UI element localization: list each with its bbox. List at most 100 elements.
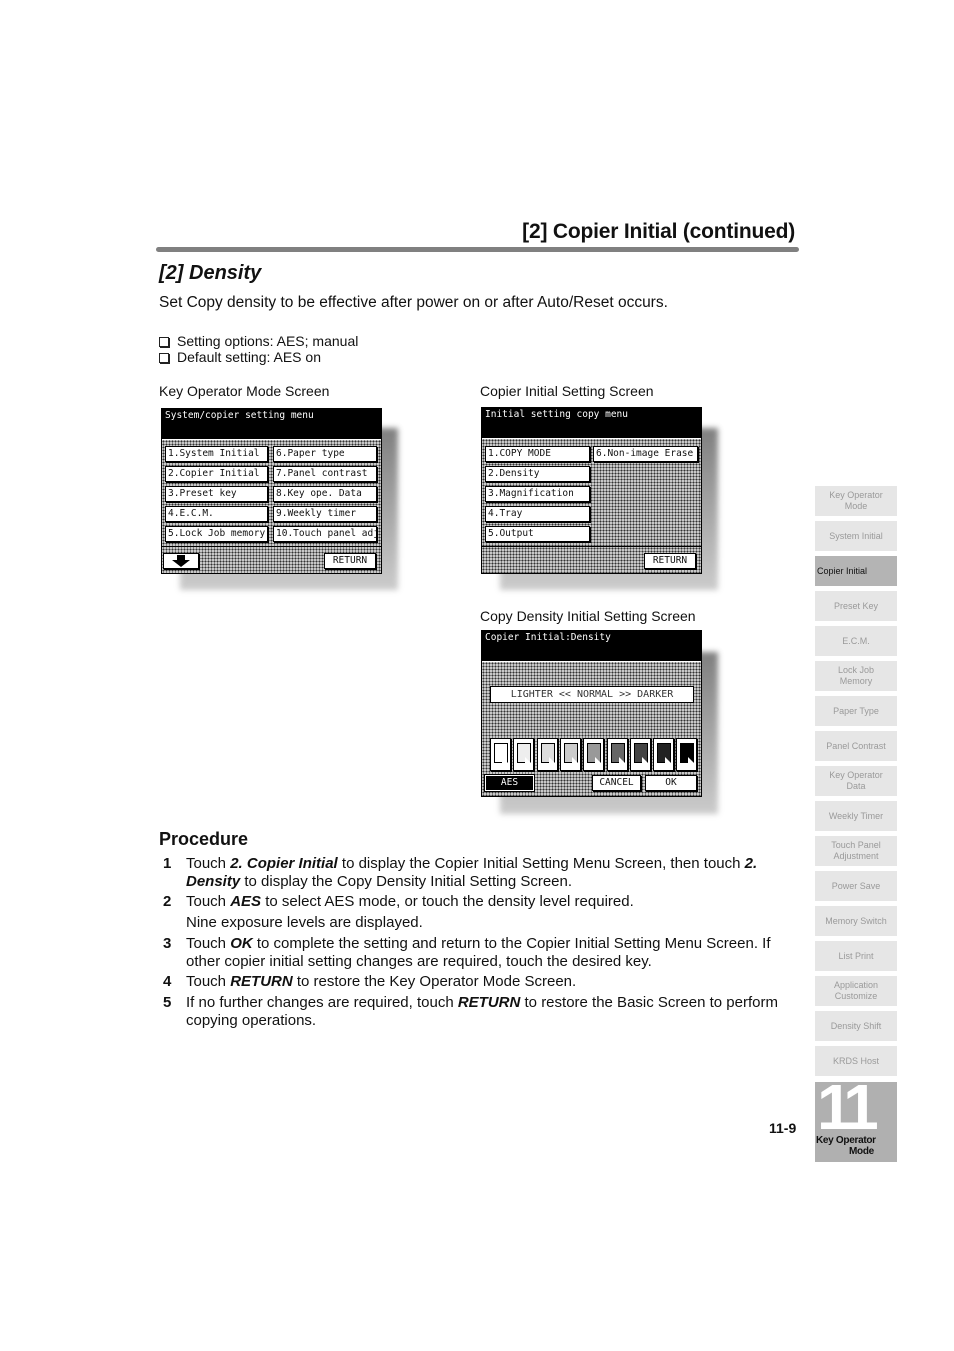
side-tab-touch-panel-adjustment[interactable]: Touch Panel Adjustment — [815, 836, 897, 866]
chapter-tab: 11 Key Operator Mode — [815, 1071, 897, 1162]
side-tab-list-print[interactable]: List Print — [815, 941, 897, 971]
key-name-emphasis: RETURN — [230, 973, 293, 990]
default-setting: Default setting: AES on — [159, 349, 358, 365]
divider — [482, 546, 701, 547]
step-text-segment: Touch — [186, 973, 231, 990]
side-tab-preset-key[interactable]: Preset Key — [815, 591, 897, 621]
side-tab-key-operator-data[interactable]: Key Operator Data — [815, 766, 897, 796]
arrow-down-icon — [172, 555, 190, 567]
key-preset-key[interactable]: 3.Preset key — [165, 486, 268, 502]
divider — [162, 546, 381, 547]
screen-body: LIGHTER << NORMAL >> DARKER AES CANCEL O… — [482, 661, 701, 796]
side-tab-density-shift[interactable]: Density Shift — [815, 1011, 897, 1041]
page-number: 11-9 — [769, 1120, 797, 1136]
key-ecm[interactable]: 4.E.C.M. — [165, 506, 268, 522]
key-copier-initial[interactable]: 2.Copier Initial — [165, 466, 268, 482]
side-tab-system-initial[interactable]: System Initial — [815, 521, 897, 551]
page-fold-icon — [665, 757, 672, 763]
page-fold-icon — [688, 757, 695, 763]
step-text-segment: to display the Copier Initial Setting Me… — [337, 855, 745, 872]
side-tab-key-operator-mode[interactable]: Key Operator Mode — [815, 486, 897, 516]
key-weekly-timer[interactable]: 9.Weekly timer — [273, 506, 377, 522]
step-text-segment: to select AES mode, or touch the density… — [261, 893, 634, 910]
cancel-button[interactable]: CANCEL — [592, 775, 641, 791]
key-touch-panel-adj[interactable]: 10.Touch panel adj — [273, 526, 377, 542]
density-level-1-button[interactable] — [490, 738, 511, 771]
page-header-title: [2] Copier Initial (continued) — [522, 220, 795, 243]
side-tab-panel-contrast[interactable]: Panel Contrast — [815, 731, 897, 761]
chapter-number: 11 — [817, 1071, 879, 1143]
screen-title: System/copier setting menu — [162, 409, 381, 439]
side-tab-application-customize[interactable]: Application Customize — [815, 976, 897, 1006]
density-level-4-button[interactable] — [559, 738, 581, 771]
density-screen: Copier Initial:Density LIGHTER << NORMAL… — [481, 630, 702, 797]
copier-initial-screen-caption: Copier Initial Setting Screen — [480, 383, 654, 399]
step-text-segment: Touch — [186, 935, 231, 952]
density-level-2-button[interactable] — [513, 738, 535, 771]
side-tab-label: Touch Panel Adjustment — [831, 840, 881, 861]
density-scale-label: LIGHTER << NORMAL >> DARKER — [490, 686, 694, 703]
procedure-step: 4 Touch RETURN to restore the Key Operato… — [163, 973, 803, 991]
step-text-segment: If no further changes are required, touc… — [186, 994, 458, 1011]
key-name-emphasis: 2. Copier Initial — [230, 855, 338, 872]
key-copy-mode[interactable]: 1.COPY MODE — [485, 446, 590, 462]
ok-button[interactable]: OK — [645, 775, 697, 791]
key-magnification[interactable]: 3.Magnification — [485, 486, 590, 502]
procedure-title: Procedure — [159, 829, 249, 849]
procedure-step: 1 Touch 2. Copier Initial to display the … — [163, 855, 803, 890]
return-button[interactable]: RETURN — [644, 553, 696, 569]
side-tab-label: Application Customize — [833, 980, 879, 1001]
return-button[interactable]: RETURN — [324, 553, 376, 569]
density-level-8-button[interactable] — [653, 738, 675, 771]
side-tab-label: Paper Type — [833, 705, 879, 716]
screen-body: 1.System Initial 2.Copier Initial 3.Pres… — [162, 439, 381, 573]
section-intro: Set Copy density to be effective after p… — [159, 294, 668, 311]
key-output[interactable]: 5.Output — [485, 526, 590, 542]
key-lock-job-memory[interactable]: 5.Lock Job memory — [165, 526, 268, 542]
side-tab-copier-initial[interactable]: Copier Initial — [815, 556, 897, 586]
key-operator-screen-caption: Key Operator Mode Screen — [159, 383, 330, 399]
page-fold-icon — [502, 757, 508, 763]
density-level-5-button[interactable] — [583, 738, 605, 771]
density-level-7-button[interactable] — [629, 738, 651, 771]
density-level-3-button[interactable] — [536, 738, 558, 771]
key-operator-screen: System/copier setting menu 1.System Init… — [161, 408, 382, 574]
side-tab-label: Power Save — [831, 880, 881, 891]
side-tab-memory-switch[interactable]: Memory Switch — [815, 906, 897, 936]
page-fold-icon — [548, 757, 555, 763]
aes-button[interactable]: AES — [485, 775, 534, 791]
step-text: Touch OK to complete the setting and ret… — [186, 935, 803, 970]
density-level-9-button[interactable] — [676, 738, 698, 771]
key-system-initial[interactable]: 1.System Initial — [165, 446, 268, 462]
key-non-image-erase[interactable]: 6.Non-image Erase — [593, 446, 698, 462]
key-panel-contrast[interactable]: 7.Panel contrast — [273, 466, 377, 482]
density-level-6-button[interactable] — [606, 738, 628, 771]
side-tab-lock-job-memory[interactable]: Lock Job Memory — [815, 661, 897, 691]
key-density[interactable]: 2.Density — [485, 466, 590, 482]
side-tab-e-c-m[interactable]: E.C.M. — [815, 626, 897, 656]
chapter-label: Key Operator Mode — [816, 1135, 876, 1157]
side-tab-paper-type[interactable]: Paper Type — [815, 696, 897, 726]
step-text: Touch 2. Copier Initial to display the C… — [186, 855, 803, 890]
side-tab-weekly-timer[interactable]: Weekly Timer — [815, 801, 897, 831]
side-tab-label: Key Operator Mode — [829, 490, 883, 511]
page-fold-icon — [595, 757, 602, 763]
down-arrow-button[interactable] — [163, 553, 199, 569]
checkbox-bullet-icon — [159, 336, 169, 347]
step-text-segment: to restore the Key Operator Mode Screen. — [292, 973, 577, 990]
step-number: 2 — [163, 893, 172, 910]
header-rule — [156, 247, 799, 252]
chapter-label-line1: Key Operator — [816, 1135, 876, 1146]
step-text-segment: Touch — [186, 893, 231, 910]
key-key-ope-data[interactable]: 8.Key ope. Data — [273, 486, 377, 502]
setting-options-text: Setting options: AES; manual — [177, 333, 359, 349]
side-tab-label: KRDS Host — [832, 1055, 879, 1066]
side-tab-label: Memory Switch — [825, 915, 887, 926]
side-tab-power-save[interactable]: Power Save — [815, 871, 897, 901]
page-fold-icon — [618, 757, 625, 763]
step-text-segment: Touch — [186, 855, 231, 872]
key-paper-type[interactable]: 6.Paper type — [273, 446, 377, 462]
key-tray[interactable]: 4.Tray — [485, 506, 590, 522]
density-screen-caption: Copy Density Initial Setting Screen — [480, 608, 696, 624]
default-setting-text: Default setting: AES on — [177, 349, 321, 365]
